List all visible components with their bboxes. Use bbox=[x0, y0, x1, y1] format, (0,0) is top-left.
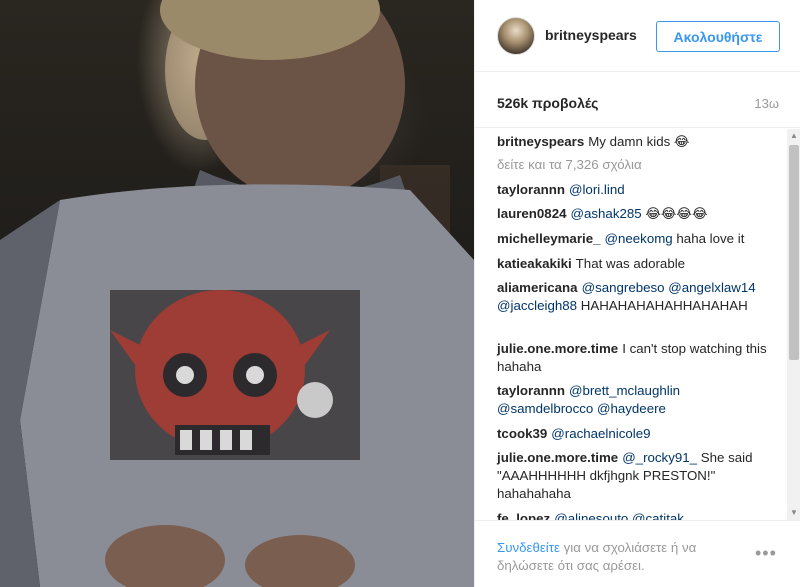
list-item: julie.one.more.time I can't stop watching… bbox=[497, 340, 779, 376]
comment-mention[interactable]: @ashak285 bbox=[570, 206, 641, 221]
comment-mention[interactable]: @_rocky91_ bbox=[622, 450, 697, 465]
post-age[interactable]: 13ω bbox=[754, 96, 779, 111]
scrollbar-thumb[interactable] bbox=[789, 145, 799, 360]
list-item: taylorannn @brett_mclaughlin @samdelbrocc… bbox=[497, 382, 779, 418]
comment-mention[interactable]: @alinesouto @catitak bbox=[554, 511, 684, 520]
comment-text: 😂😂😂😂 bbox=[645, 206, 708, 221]
username-link[interactable]: britneyspears bbox=[545, 27, 637, 43]
scroll-down-icon[interactable]: ▼ bbox=[787, 506, 800, 520]
post-footer: Συνδεθείτε για να σχολιάσετε ή να δηλώσε… bbox=[475, 520, 800, 587]
load-more-comments-link[interactable]: δείτε και τα 7,326 σχόλια bbox=[497, 157, 642, 172]
list-item: katieakakiki That was adorable bbox=[497, 255, 779, 273]
comment-username[interactable]: katieakakiki bbox=[497, 256, 572, 271]
comment-mention[interactable]: @lori.lind bbox=[569, 182, 625, 197]
comment-username[interactable]: julie.one.more.time bbox=[497, 341, 618, 356]
login-link[interactable]: Συνδεθείτε bbox=[497, 540, 560, 555]
caption-username[interactable]: britneyspears bbox=[497, 134, 584, 149]
login-prompt: Συνδεθείτε για να σχολιάσετε ή να δηλώσε… bbox=[497, 539, 737, 575]
instagram-post-page: britneyspears Ακολουθήστε 526k προβολές … bbox=[0, 0, 800, 587]
comment-username[interactable]: fe_lopez bbox=[497, 511, 550, 520]
view-count: 526k προβολές bbox=[497, 95, 599, 111]
post-stats: 526k προβολές 13ω bbox=[475, 72, 800, 128]
comment-username[interactable]: taylorannn bbox=[497, 383, 565, 398]
comment-text: haha love it bbox=[676, 231, 745, 246]
comment-username[interactable]: lauren0824 bbox=[497, 206, 566, 221]
list-item: tcook39 @rachaelnicole9 bbox=[497, 425, 779, 443]
list-item: michelleymarie_ @neekomg haha love it bbox=[497, 230, 779, 248]
list-item: fe_lopez @alinesouto @catitak bbox=[497, 510, 779, 520]
comment-username[interactable]: julie.one.more.time bbox=[497, 450, 618, 465]
comment-mention[interactable]: @rachaelnicole9 bbox=[551, 426, 650, 441]
comments-scrollbar[interactable]: ▲ ▼ bbox=[787, 129, 800, 520]
list-item: lauren0824 @ashak285 😂😂😂😂 bbox=[497, 205, 779, 223]
list-item: taylorannn @lori.lind bbox=[497, 181, 779, 199]
list-item: julie.one.more.time @_rocky91_ She said "… bbox=[497, 449, 779, 503]
caption-text: My damn kids 😂 bbox=[588, 134, 690, 149]
list-item: aliamericana @sangrebeso @angelxlaw14 @ja… bbox=[497, 279, 779, 315]
avatar[interactable] bbox=[497, 17, 535, 55]
more-options-icon[interactable]: ••• bbox=[755, 544, 777, 562]
comment-mention[interactable]: @neekomg bbox=[605, 231, 673, 246]
caption: britneyspears My damn kids 😂 bbox=[497, 133, 779, 151]
video-frame-illustration bbox=[0, 0, 474, 587]
comment-username[interactable]: taylorannn bbox=[497, 182, 565, 197]
comment-username[interactable]: michelleymarie_ bbox=[497, 231, 601, 246]
comment-username[interactable]: tcook39 bbox=[497, 426, 547, 441]
comment-username[interactable]: aliamericana bbox=[497, 280, 578, 295]
comment-text: HAHAHAHAHAHHAHAHAH bbox=[580, 298, 748, 313]
post-sidebar: britneyspears Ακολουθήστε 526k προβολές … bbox=[474, 0, 800, 587]
post-header: britneyspears Ακολουθήστε bbox=[475, 0, 800, 72]
scroll-up-icon[interactable]: ▲ bbox=[787, 129, 800, 143]
post-video[interactable] bbox=[0, 0, 474, 587]
comment-list: britneyspears My damn kids 😂 δείτε και τα… bbox=[475, 129, 787, 520]
follow-button[interactable]: Ακολουθήστε bbox=[656, 21, 780, 52]
comment-text: That was adorable bbox=[575, 256, 686, 271]
